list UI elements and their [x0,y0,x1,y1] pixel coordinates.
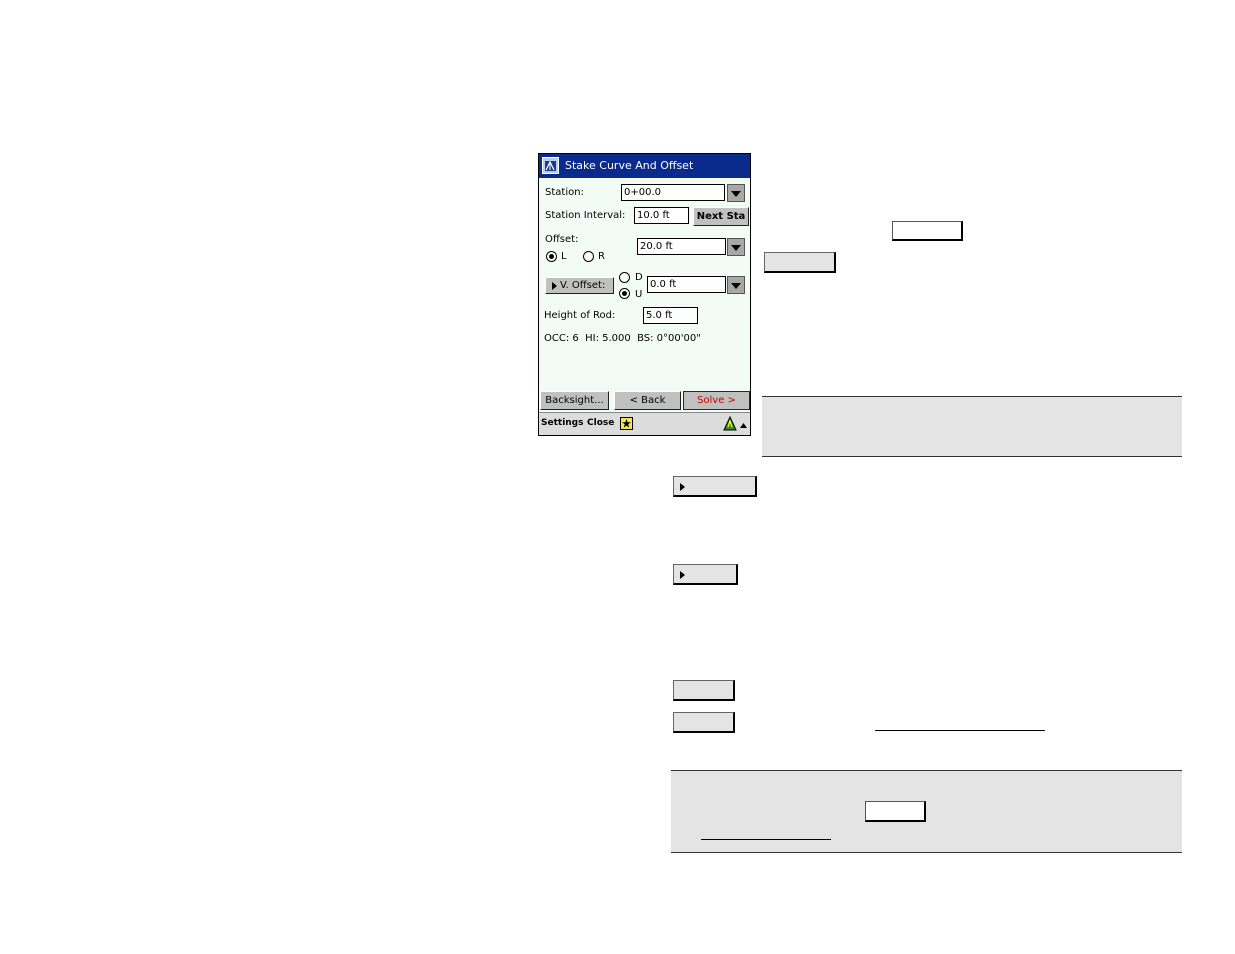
expand-button-placeholder [673,476,757,497]
star-icon[interactable] [620,417,633,430]
stake-curve-window: Stake Curve And Offset Station: 0+00.0 S… [538,153,751,436]
hyperlink-underline [875,730,1045,731]
v-offset-dropdown-button[interactable] [727,276,745,294]
v-offset-down-radio[interactable] [619,272,630,283]
station-dropdown-button[interactable] [727,184,745,202]
offset-left-label: L [561,251,567,262]
backsight-button[interactable]: Backsight... [540,391,609,410]
inline-grey-button-placeholder [764,252,836,273]
settings-menu[interactable]: Settings [541,418,583,428]
button-placeholder-3 [673,680,735,701]
offset-right-label: R [598,251,605,262]
v-offset-up-radio[interactable] [619,288,630,299]
height-of-rod-input[interactable]: 5.0 ft [643,307,698,324]
window-title: Stake Curve And Offset [565,159,694,172]
v-offset-input[interactable]: 0.0 ft [647,276,726,293]
station-label: Station: [545,187,584,198]
taskbar: Settings Close [539,412,750,435]
scroll-up-icon[interactable] [739,418,748,430]
close-menu[interactable]: Close [587,418,614,428]
note-box-2 [671,770,1182,853]
expand-button-placeholder-2 [673,564,738,585]
gps-status-icon[interactable] [723,415,737,431]
back-button[interactable]: < Back [614,391,681,410]
offset-left-radio[interactable] [546,251,557,262]
v-offset-up-label: U [635,289,643,300]
app-icon[interactable] [542,157,559,174]
next-station-button[interactable]: Next Sta [693,207,749,226]
note-inline-button-placeholder [865,801,926,822]
button-placeholder-4 [673,712,735,733]
v-offset-button[interactable]: V. Offset: [545,277,614,294]
occupy-status-text: OCC: 6 HI: 5.000 BS: 0°00'00" [544,333,701,344]
station-input[interactable]: 0+00.0 [621,184,725,201]
title-bar: Stake Curve And Offset [539,154,750,178]
expand-triangle-icon [552,282,557,290]
solve-button[interactable]: Solve > [683,391,750,410]
expand-triangle-icon [680,483,685,491]
station-interval-input[interactable]: 10.0 ft [634,207,689,224]
v-offset-down-label: D [635,272,643,283]
inline-button-placeholder [892,221,963,241]
offset-dropdown-button[interactable] [727,238,745,256]
offset-input[interactable]: 20.0 ft [637,238,726,255]
expand-triangle-icon [680,571,685,579]
note-box [762,396,1182,457]
station-interval-label: Station Interval: [545,210,626,221]
height-of-rod-label: Height of Rod: [544,310,616,321]
note-hyperlink-underline [701,839,831,840]
offset-label: Offset: [545,234,579,245]
v-offset-button-label: V. Offset: [560,280,606,291]
offset-right-radio[interactable] [583,251,594,262]
